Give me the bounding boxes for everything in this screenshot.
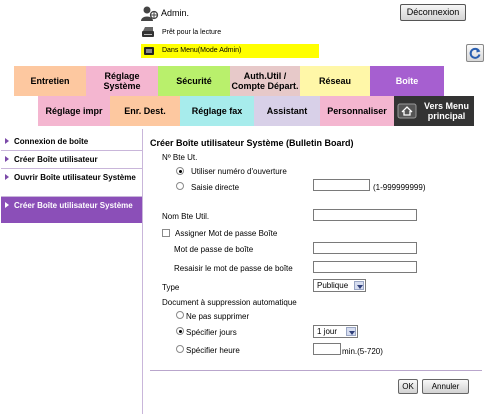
- box-password-label: Mot de passe de boîte: [174, 245, 254, 254]
- tab-customize[interactable]: Personnaliser: [320, 96, 394, 126]
- direct-input-label: Saisie directe: [191, 183, 240, 192]
- tab-maintenance[interactable]: Entretien: [14, 66, 86, 96]
- sidebar-item-box-login[interactable]: Connexion de boîte: [1, 133, 142, 150]
- tab-system-settings[interactable]: Réglage Système: [86, 66, 158, 96]
- box-number-label: Nº Bte Ut.: [162, 153, 198, 162]
- retype-password-field[interactable]: [313, 261, 417, 273]
- sidebar-item-open-system-box[interactable]: Ouvrir Boîte utilisateur Système: [1, 169, 142, 195]
- tab-address-book[interactable]: Enr. Dest.: [110, 96, 180, 126]
- divider: [150, 370, 482, 371]
- status-text: Prêt pour la lecture: [162, 29, 222, 36]
- home-icon: [397, 103, 417, 119]
- direct-input-radio[interactable]: [176, 182, 184, 190]
- scanner-status-icon: [142, 27, 154, 37]
- sidebar-item-label: Créer Boîte utilisateur: [14, 155, 98, 164]
- no-delete-radio[interactable]: [176, 311, 184, 319]
- arrow-right-icon: [5, 174, 9, 180]
- refresh-icon: [469, 47, 481, 59]
- sidebar-item-create-user-box[interactable]: Créer Boîte utilisateur: [1, 151, 142, 168]
- tab-label: Réglage fax: [191, 106, 243, 116]
- admin-mode-icon: [144, 47, 154, 55]
- main-menu-label: Vers Menu principal: [423, 101, 470, 121]
- sidebar-item-label: Ouvrir Boîte utilisateur Système: [14, 173, 136, 182]
- sidebar-item-label: Connexion de boîte: [14, 137, 89, 146]
- tab-network[interactable]: Réseau: [300, 66, 370, 96]
- tab-fax-settings[interactable]: Réglage fax: [180, 96, 254, 126]
- arrow-right-icon: [5, 138, 9, 144]
- open-number-label: Utiliser numéro d'ouverture: [191, 167, 287, 176]
- sidebar-item-create-system-box[interactable]: Créer Boîte utilisateur Système: [1, 197, 142, 223]
- admin-label: Admin.: [161, 8, 190, 18]
- days-select[interactable]: 1 jour: [313, 325, 358, 338]
- box-name-field[interactable]: [313, 209, 417, 221]
- arrow-right-icon: [5, 156, 9, 162]
- tab-label: Auth.Util / Compte Départ.: [231, 71, 299, 91]
- no-delete-label: Ne pas supprimer: [186, 312, 250, 321]
- tab-label: Boîte: [395, 76, 419, 86]
- specify-time-label: Spécifier heure: [186, 346, 240, 355]
- logout-button[interactable]: Déconnexion: [400, 4, 466, 21]
- sidebar-item-label: Créer Boîte utilisateur Système: [14, 201, 133, 210]
- box-number-range: (1-999999999): [373, 183, 426, 192]
- assign-password-checkbox[interactable]: [162, 229, 170, 237]
- tab-user-auth[interactable]: Auth.Util / Compte Départ.: [230, 66, 300, 96]
- specify-days-radio[interactable]: [176, 327, 184, 335]
- type-select-value: Publique: [317, 281, 349, 290]
- specify-time-radio[interactable]: [176, 345, 184, 353]
- open-number-radio[interactable]: [176, 167, 184, 175]
- tab-wizard[interactable]: Assistant: [254, 96, 320, 126]
- tab-security[interactable]: Sécurité: [158, 66, 230, 96]
- admin-mode-text: Dans Menu(Mode Admin): [162, 47, 242, 54]
- chevron-down-icon: [354, 281, 364, 290]
- chevron-down-icon: [346, 327, 356, 336]
- admin-user-icon: [141, 6, 159, 21]
- box-password-field[interactable]: [313, 242, 417, 254]
- time-range-hint: min.(5-720): [342, 347, 383, 356]
- tab-label: Sécurité: [176, 76, 212, 86]
- type-select[interactable]: Publique: [313, 279, 366, 292]
- time-minutes-field[interactable]: [313, 343, 341, 355]
- tab-label: Entretien: [30, 76, 70, 86]
- tab-print-settings[interactable]: Réglage impr: [38, 96, 110, 126]
- days-select-value: 1 jour: [317, 327, 338, 336]
- main-menu-button[interactable]: Vers Menu principal: [394, 96, 474, 126]
- tab-label: Enr. Dest.: [124, 106, 166, 116]
- ok-button[interactable]: OK: [398, 379, 418, 394]
- tab-label: Assistant: [266, 106, 308, 116]
- tab-label: Réseau: [318, 76, 352, 86]
- tab-label: Réglage Système: [103, 71, 141, 91]
- cancel-button[interactable]: Annuler: [422, 379, 469, 394]
- box-name-label: Nom Bte Util.: [162, 212, 210, 221]
- type-label: Type: [162, 283, 180, 292]
- tab-label: Personnaliser: [327, 106, 387, 116]
- arrow-right-icon: [5, 202, 9, 208]
- refresh-button[interactable]: [466, 44, 484, 62]
- tab-label: Réglage impr: [45, 106, 103, 116]
- retype-password-label: Resaisir le mot de passe de boîte: [174, 264, 293, 273]
- tab-box[interactable]: Boîte: [370, 66, 444, 96]
- assign-password-label: Assigner Mot de passe Boîte: [175, 229, 278, 238]
- auto-delete-label: Document à suppression automatique: [162, 298, 297, 307]
- box-number-field[interactable]: [313, 179, 370, 191]
- page-title: Créer Boîte utilisateur Système (Bulleti…: [150, 138, 354, 148]
- specify-days-label: Spécifier jours: [186, 328, 237, 337]
